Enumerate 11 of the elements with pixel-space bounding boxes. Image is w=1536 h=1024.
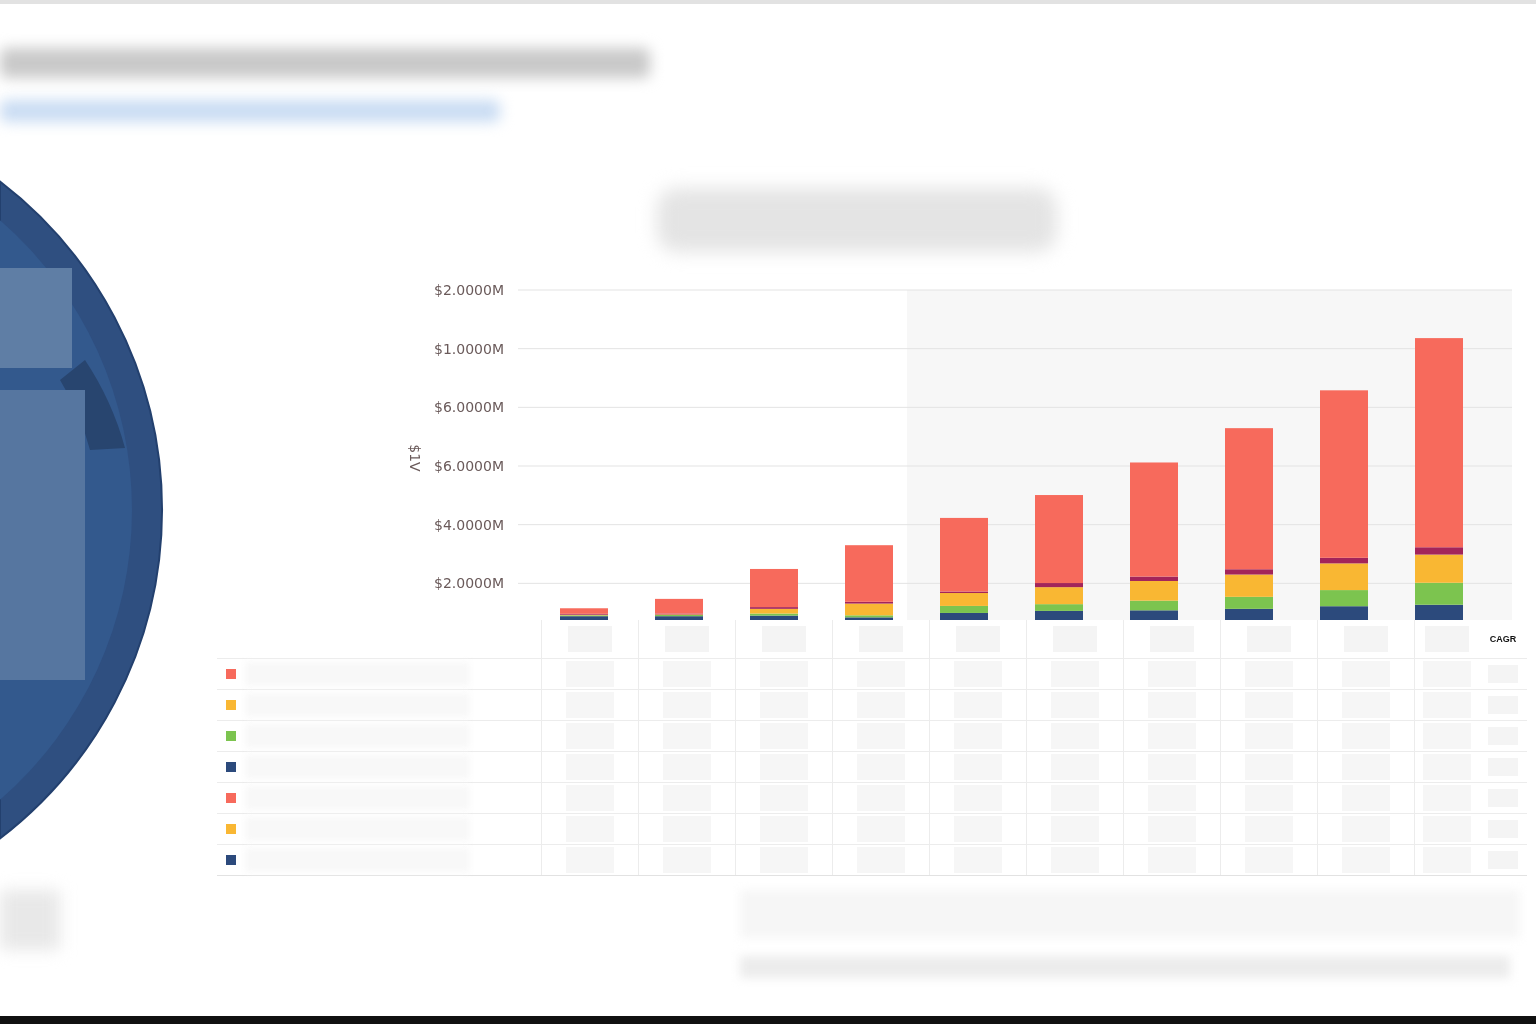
column-header: CAGR	[1489, 634, 1517, 644]
bar-segment	[1320, 606, 1368, 620]
y-axis-label: $1V	[407, 444, 423, 472]
y-axis-tick-label: $2.0000M	[434, 575, 504, 592]
bar-segment	[1130, 610, 1178, 620]
y-axis-tick-label: $2.0000M	[434, 282, 504, 298]
y-axis-tick-label: $1.0000M	[434, 340, 504, 357]
bar-segment	[1035, 610, 1083, 620]
y-axis-tick-label: $6.0000M	[434, 458, 504, 474]
y-axis-tick-label: $6.0000M	[434, 399, 504, 416]
y-axis-tick-label: $4.0000M	[434, 516, 504, 533]
